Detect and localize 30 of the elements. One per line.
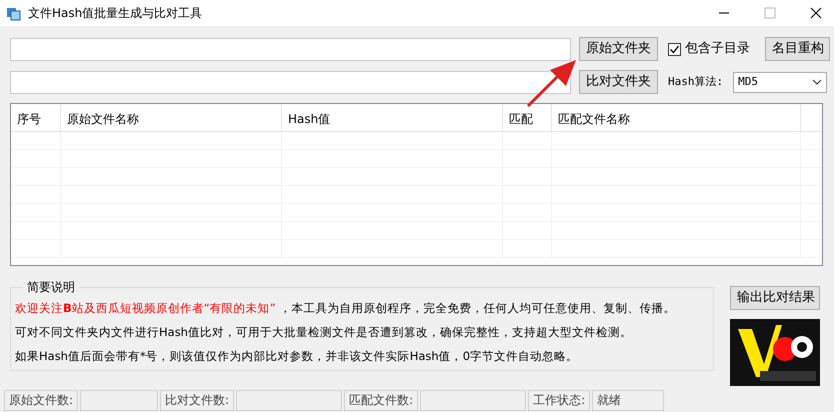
column-header[interactable]: Hash值 [282, 104, 503, 131]
hash-algorithm-select[interactable]: MD5 [733, 72, 828, 92]
column-header[interactable]: 匹配文件名称 [552, 104, 801, 131]
close-icon[interactable] [810, 7, 822, 19]
author-notice: 欢迎关注B站及西瓜短视频原创作者“有限的未知” [15, 300, 276, 317]
group-title: 简要说明 [26, 279, 76, 296]
column-header[interactable]: 原始文件名称 [61, 104, 282, 131]
status-label: 原始文件数: [4, 390, 78, 410]
description-text: 可对不同文件夹内文件进行Hash值比对，可用于大批量检测文件是否遭到篡改，确保完整性，支持超大型文件检测。 [15, 324, 632, 341]
description-text: 如果Hash值后面会带有*号，则该值仅作为内部比对参数，并非该文件实际Hash值，0字节文件自动忽略。 [15, 348, 578, 365]
include-subdirs-label: 包含子目录 [685, 40, 750, 58]
annotation-arrow [526, 60, 576, 108]
status-label: 匹配文件数: [344, 390, 418, 410]
compare-path-field[interactable] [10, 70, 571, 94]
column-header[interactable]: 序号 [11, 104, 61, 131]
status-label: 比对文件数: [160, 390, 234, 410]
rename-button[interactable]: 名目重构 [765, 37, 830, 61]
description-text: ，本工具为自用原创程序，完全免费，任何人均可任意使用、复制、传播。 [280, 300, 676, 317]
app-icon [6, 5, 22, 21]
include-subdirs-checkbox[interactable] [668, 42, 681, 56]
dropdown-caret-icon [812, 79, 822, 85]
source-path-field[interactable] [10, 38, 571, 60]
source-folder-button[interactable]: 原始文件夹 [579, 37, 658, 61]
status-label: 工作状态: [528, 390, 590, 410]
compare-folder-button[interactable]: 比对文件夹 [579, 70, 658, 94]
column-header[interactable]: 匹配 [503, 104, 552, 131]
status-value: 就绪 [592, 390, 664, 410]
window-title: 文件Hash值批量生成与比对工具 [28, 5, 202, 22]
hash-algorithm-label: Hash算法: [668, 74, 724, 90]
export-results-button[interactable]: 输出比对结果 [730, 286, 820, 310]
